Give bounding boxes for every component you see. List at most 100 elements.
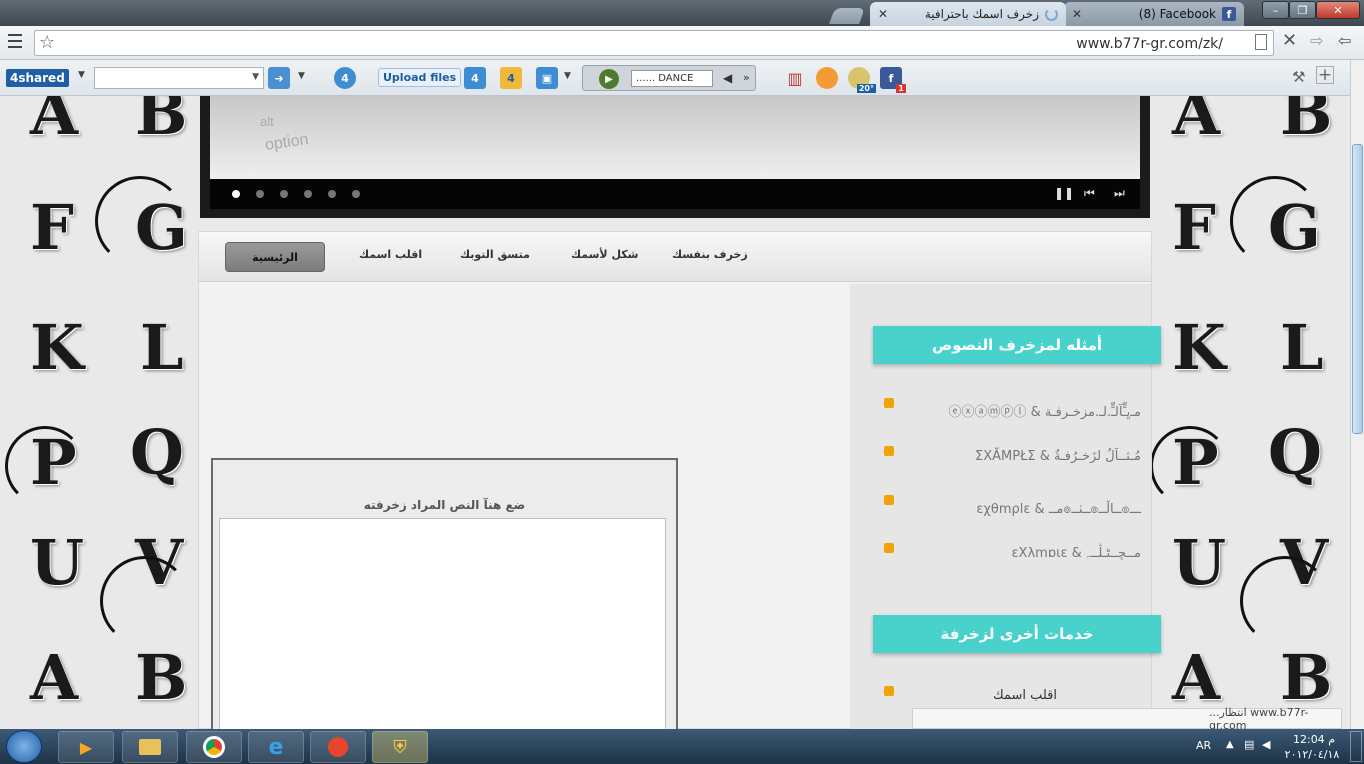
bullet-icon [884,543,894,553]
pause-icon[interactable]: ❚❚ [1054,186,1074,200]
play-icon[interactable]: ▶ [599,69,619,89]
start-button[interactable] [6,730,42,763]
slider-dot[interactable] [328,190,336,198]
facebook-icon[interactable]: f1 [880,67,906,93]
slider-dot[interactable] [352,190,360,198]
facebook-badge: 1 [896,84,906,93]
security-icon[interactable]: ⛨ [372,731,428,763]
chrome-icon[interactable] [186,731,242,763]
address-bar: ☆ www.b77r-gr.com/zk/ ✕ ⇨ ⇦ [0,26,1364,60]
loading-icon [1045,7,1058,21]
example-item: εXλmɒιε & ﻣــﭽــﭩـڷــﮧ [1011,546,1141,561]
scrollbar-thumb[interactable] [1352,144,1363,434]
chevron-down-icon[interactable]: ▼ [78,70,85,80]
windows-taskbar: ▶ e ⛨ AR ▲ ▤ ◀ 12:04 م ٢٠١٢/٠٤/١٨ [0,729,1364,764]
volume-icon[interactable]: ◀ [1262,738,1270,751]
brand-label: 4shared [10,71,65,85]
tray-arrow-icon[interactable]: ▲ [1226,739,1234,750]
close-button[interactable]: ✕ [1316,1,1360,19]
tab-active[interactable]: ✕ زخرف اسمك باحترافية [870,2,1066,26]
folder-icon[interactable]: 4 [500,67,522,89]
network-icon[interactable]: ▤ [1244,738,1254,751]
decor-letter-f: F [30,191,75,264]
forward-icon[interactable]: ⇨ [1310,31,1323,50]
example-item: εχθmρlε & ﻣــ๏ــٺــ๏ــاڵــ๏ـــ [976,502,1141,517]
back-icon[interactable]: ⇦ [1338,31,1351,50]
maximize-button[interactable]: ❐ [1289,1,1316,19]
volume-icon[interactable]: ◀ [723,71,732,85]
services-heading: خدمات أخرى لزخرفة [873,615,1161,653]
clock-time[interactable]: 12:04 م [1284,733,1344,746]
slider-dot[interactable] [256,190,264,198]
weather-temp: 20° [856,84,876,93]
decorate-textarea[interactable] [219,518,666,738]
wrench-icon[interactable]: ⚒ [1292,68,1305,86]
status-bubble: ...انتظار www.b77r-gr.com [912,706,1342,732]
show-desktop-button[interactable] [1350,731,1362,762]
internet-explorer-icon[interactable]: e [248,731,304,763]
expand-icon[interactable]: » [743,71,750,84]
tab-close-icon[interactable]: ✕ [1072,7,1082,21]
media-app-icon[interactable] [310,731,366,763]
slider-dot[interactable] [232,190,240,198]
vertical-scrollbar[interactable] [1350,60,1364,729]
decor-swirl [1230,176,1320,266]
page-icon [1255,34,1267,50]
clock-date[interactable]: ٢٠١٢/٠٤/١٨ [1280,748,1344,761]
decor-swirl [5,426,85,506]
examples-heading: أمثله لمزخرف النصوص [873,326,1161,364]
bullet-icon [884,398,894,408]
tv-icon[interactable]: ▣ [536,67,558,89]
decor-letter-b: B [1280,96,1333,149]
nav-item-home[interactable]: الرئيسية [225,242,325,272]
tab-facebook[interactable]: ✕ (8) Facebook f [1064,2,1244,26]
facebook-icon: f [1222,7,1236,21]
4shared-logo[interactable]: 4shared [6,69,69,87]
toolbar-search-input[interactable]: ▼ [94,67,264,89]
slider-dot[interactable] [280,190,288,198]
tab-close-icon[interactable]: ✕ [878,7,888,21]
decor-letter-l: L [140,311,184,384]
minimize-button[interactable]: – [1262,1,1289,19]
decor-letter-a: A [30,641,79,714]
slider-dot[interactable] [304,190,312,198]
add-icon[interactable]: + [1316,66,1334,84]
shopping-icon[interactable] [816,67,838,89]
explorer-icon[interactable] [122,731,178,763]
stop-icon[interactable]: ✕ [1282,30,1297,51]
main-nav: الرئيسية اقلب اسمك متسق التوبك شكل لأسمك… [199,232,1151,282]
nav-item-reverse-name[interactable]: اقلب اسمك [359,248,422,261]
next-icon[interactable]: ⏭ [1114,186,1125,201]
content-frame: الرئيسية اقلب اسمك متسق التوبك شكل لأسمك… [198,231,1161,738]
gift-icon[interactable]: ▥ [784,67,806,89]
language-indicator[interactable]: AR [1196,739,1211,752]
menu-icon[interactable] [8,34,22,48]
4shared-icon[interactable]: 4 [334,67,356,89]
upload-files-button[interactable]: Upload files [378,68,462,87]
decor-swirl [1150,426,1230,506]
decor-letter-q: Q [1268,416,1323,489]
sidebar: أمثله لمزخرف النصوص ⓔⓧⓐⓜⓟⓛ & مـﭜـٍّﺂلـٍّ… [850,284,1161,730]
bullet-icon [884,686,894,696]
service-link-reverse-name[interactable]: اقلب اسمك [993,688,1057,703]
url-field[interactable]: ☆ www.b77r-gr.com/zk/ [34,30,1274,56]
bullet-icon [884,495,894,505]
tab-title: زخرف اسمك باحترافية [924,7,1039,21]
nav-item-name-shape[interactable]: شكل لأسمك [571,248,639,261]
radio-station-select[interactable]: ...... DANCE [631,70,713,87]
decor-letter-b: B [135,96,188,149]
nav-item-topic-format[interactable]: متسق التوبك [460,248,530,261]
star-icon[interactable]: ☆ [39,32,55,53]
tab-title: (8) Facebook [1138,7,1216,21]
decor-swirl [95,176,185,266]
search-go-icon[interactable]: ➜ [268,67,290,89]
previous-icon[interactable]: ⏮ [1084,186,1095,201]
chevron-down-icon[interactable]: ▼ [298,71,305,81]
media-player-icon[interactable]: ▶ [58,731,114,763]
nav-item-decorate-yourself[interactable]: زخرف بنفسك [672,248,748,261]
new-tab-button[interactable] [829,8,865,24]
chevron-down-icon[interactable]: ▼ [564,71,571,81]
decor-letter-a: A [1172,96,1221,149]
weather-icon[interactable]: 20° [848,67,876,93]
blog-icon[interactable]: 4 [464,67,486,89]
